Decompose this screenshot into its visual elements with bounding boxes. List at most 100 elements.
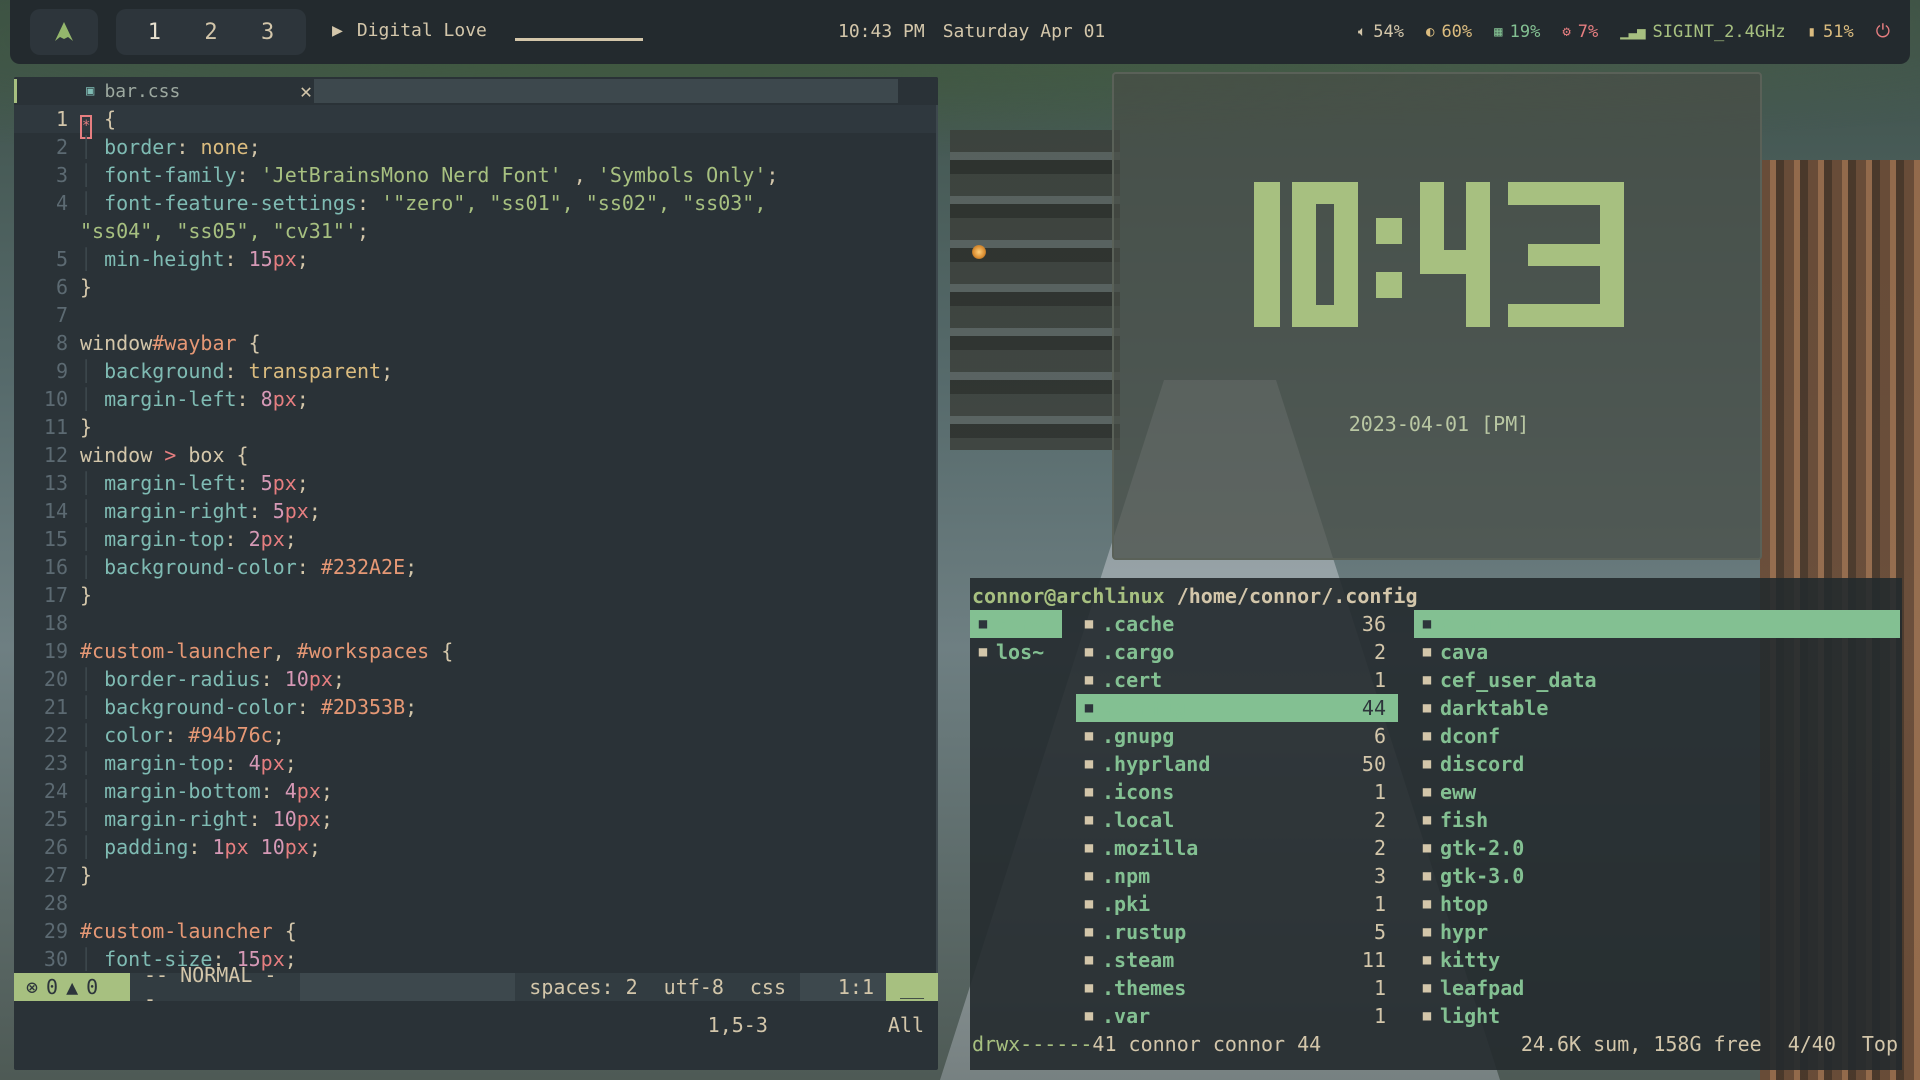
fm-entry[interactable]: ■ .config 44: [1076, 694, 1398, 722]
code-line[interactable]: 21 │ background-color: #2D353B;: [14, 693, 938, 721]
workspace-button-3[interactable]: 3: [261, 20, 274, 45]
workspace-button-2[interactable]: 2: [204, 20, 217, 45]
code-line[interactable]: 12 window > box {: [14, 441, 938, 469]
fm-entry[interactable]: ■ .rustup 5: [1076, 918, 1398, 946]
code-line[interactable]: 24 │ margin-bottom: 4px;: [14, 777, 938, 805]
fm-entry[interactable]: ■ cava: [1414, 638, 1900, 666]
fm-entry[interactable]: ■ cef_user_data: [1414, 666, 1900, 694]
fm-entry[interactable]: ■ discord: [1414, 750, 1900, 778]
editor-statusline: ⊗ 0 ▲ 0 -- NORMAL -- spaces: 2 utf-8 css…: [14, 963, 938, 1011]
fm-entry[interactable]: ■ .gnupg 6: [1076, 722, 1398, 750]
fm-entry[interactable]: ■ .themes 1: [1076, 974, 1398, 1002]
memory-module[interactable]: ▦ 19%: [1494, 21, 1540, 42]
code-line[interactable]: 2 │ border: none;: [14, 133, 938, 161]
fm-entry[interactable]: ■ .cert 1: [1076, 666, 1398, 694]
fm-entry[interactable]: ■ .var 1: [1076, 1002, 1398, 1030]
ranger-file-manager[interactable]: connor@archlinux /home/connor/.config ■ c…: [970, 578, 1902, 1070]
code-line[interactable]: 7: [14, 301, 938, 329]
code-line[interactable]: 5 │ min-height: 15px;: [14, 245, 938, 273]
code-line[interactable]: 10 │ margin-left: 8px;: [14, 385, 938, 413]
code-line[interactable]: 9 │ background: transparent;: [14, 357, 938, 385]
code-line[interactable]: 14 │ margin-right: 5px;: [14, 497, 938, 525]
workspace-button-1[interactable]: 1: [148, 20, 161, 45]
code-line[interactable]: 4 │ font-feature-settings: '"zero", "ss01…: [14, 189, 938, 217]
play-icon[interactable]: ▶: [332, 20, 343, 41]
fm-entry[interactable]: ■ .pki 1: [1076, 890, 1398, 918]
fm-entry[interactable]: ■ leafpad: [1414, 974, 1900, 1002]
line-content: │ font-family: 'JetBrainsMono Nerd Font'…: [80, 163, 779, 187]
fm-entry[interactable]: ■ .cache 36: [1076, 610, 1398, 638]
code-line[interactable]: 13 │ margin-left: 5px;: [14, 469, 938, 497]
fm-entry[interactable]: ■ dconf: [1414, 722, 1900, 750]
code-line[interactable]: 16 │ background-color: #232A2E;: [14, 553, 938, 581]
code-line[interactable]: 20 │ border-radius: 10px;: [14, 665, 938, 693]
line-number: 25: [43, 807, 68, 831]
code-line[interactable]: 23 │ margin-top: 4px;: [14, 749, 938, 777]
close-icon[interactable]: ✕: [300, 79, 312, 103]
fm-entry[interactable]: ■ darktable: [1414, 694, 1900, 722]
fm-entry[interactable]: ■ .local 2: [1076, 806, 1398, 834]
code-line[interactable]: 11}: [14, 413, 938, 441]
fm-entry[interactable]: ■ fish: [1414, 806, 1900, 834]
code-line[interactable]: 27}: [14, 861, 938, 889]
code-line[interactable]: 29 #custom-launcher {: [14, 917, 938, 945]
diagnostics-indicator[interactable]: ⊗ 0 ▲ 0: [14, 973, 130, 1001]
fm-entry-name: .themes: [1102, 976, 1187, 1000]
editor-scrollbar[interactable]: [936, 105, 938, 973]
neovim-editor-window[interactable]: ▣ bar.css ✕ 1 *{2 │ border: none; 3 │ font-f…: [14, 77, 938, 1070]
fm-entry[interactable]: ■ light: [1414, 1002, 1900, 1030]
volume-module[interactable]: 🔈︎ 54%: [1358, 21, 1404, 42]
arch-launcher-icon: [55, 22, 73, 41]
code-line[interactable]: 1 *{: [14, 105, 938, 139]
code-line[interactable]: 8 window#waybar {: [14, 329, 938, 357]
cpu-module[interactable]: ⚙ 7%: [1562, 21, 1598, 42]
code-line[interactable]: 26 │ padding: 1px 10px;: [14, 833, 938, 861]
fm-entry[interactable]: ■ htop: [1414, 890, 1900, 918]
app-launcher-button[interactable]: [30, 9, 98, 55]
tab-bar-css[interactable]: ▣ bar.css ✕: [86, 77, 322, 105]
code-line[interactable]: "ss04", "ss05", "cv31"';: [14, 217, 938, 245]
fm-entry[interactable]: ■ .icons 1: [1076, 778, 1398, 806]
fm-entry[interactable]: ■ .cargo 2: [1076, 638, 1398, 666]
fm-entry[interactable]: ■ .hyprland 50: [1076, 750, 1398, 778]
media-title[interactable]: Digital Love: [357, 20, 487, 41]
code-line[interactable]: 15 │ margin-top: 2px;: [14, 525, 938, 553]
code-line[interactable]: 22 │ color: #94b76c;: [14, 721, 938, 749]
code-line[interactable]: 18: [14, 609, 938, 637]
code-line[interactable]: 19 #custom-launcher, #workspaces {: [14, 637, 938, 665]
fm-entry[interactable]: ■ gtk-3.0: [1414, 862, 1900, 890]
code-buffer[interactable]: 1 *{2 │ border: none; 3 │ font-family: 'JetB…: [14, 105, 938, 977]
line-number: 14: [43, 499, 68, 523]
network-module[interactable]: ▁▃▅ SIGINT_2.4GHz: [1620, 21, 1785, 42]
line-content: #custom-launcher {: [80, 919, 297, 943]
fm-entry[interactable]: ■ hypr: [1414, 918, 1900, 946]
power-button[interactable]: ⏻: [1876, 21, 1890, 42]
fm-entry[interactable]: ■ .steam 11: [1076, 946, 1398, 974]
fm-entry[interactable]: ■ .npm 3: [1076, 862, 1398, 890]
fm-entry[interactable]: ■ con~: [970, 610, 1062, 638]
tabline-fill: [314, 79, 898, 103]
fm-entry[interactable]: ■ .mozilla 2: [1076, 834, 1398, 862]
fm-entry-name: .rustup: [1102, 920, 1187, 944]
code-line[interactable]: 6}: [14, 273, 938, 301]
code-line[interactable]: 17}: [14, 581, 938, 609]
fm-entry[interactable]: ■ eww: [1414, 778, 1900, 806]
code-line[interactable]: 28: [14, 889, 938, 917]
brightness-module[interactable]: ◐ 60%: [1426, 21, 1472, 42]
fm-entry-count: 6: [1373, 724, 1386, 748]
code-line[interactable]: 25 │ margin-right: 10px;: [14, 805, 938, 833]
media-progress-bar[interactable]: [514, 38, 643, 41]
fm-entry[interactable]: ■ gtk-2.0: [1414, 834, 1900, 862]
code-line[interactable]: 3 │ font-family: 'JetBrainsMono Nerd Font…: [14, 161, 938, 189]
battery-module[interactable]: ▮ 51%: [1808, 21, 1854, 42]
bar-clock[interactable]: 10:43 PM Saturday Apr 01: [838, 21, 1105, 42]
fm-entry[interactable]: ■ alacritty: [1414, 610, 1900, 638]
widget-date: 2023-04-01 [PM]: [1348, 412, 1530, 436]
vim-mode: -- NORMAL --: [144, 963, 277, 1011]
line-content: │ margin-top: 2px;: [80, 527, 297, 551]
fm-entry[interactable]: ■ kitty: [1414, 946, 1900, 974]
fm-entry[interactable]: ■ los~: [970, 638, 1062, 666]
command-line[interactable]: 1,5-3 All: [14, 1005, 938, 1045]
bar-time: 10:43 PM: [838, 21, 925, 42]
folder-icon: ■: [1084, 672, 1094, 688]
